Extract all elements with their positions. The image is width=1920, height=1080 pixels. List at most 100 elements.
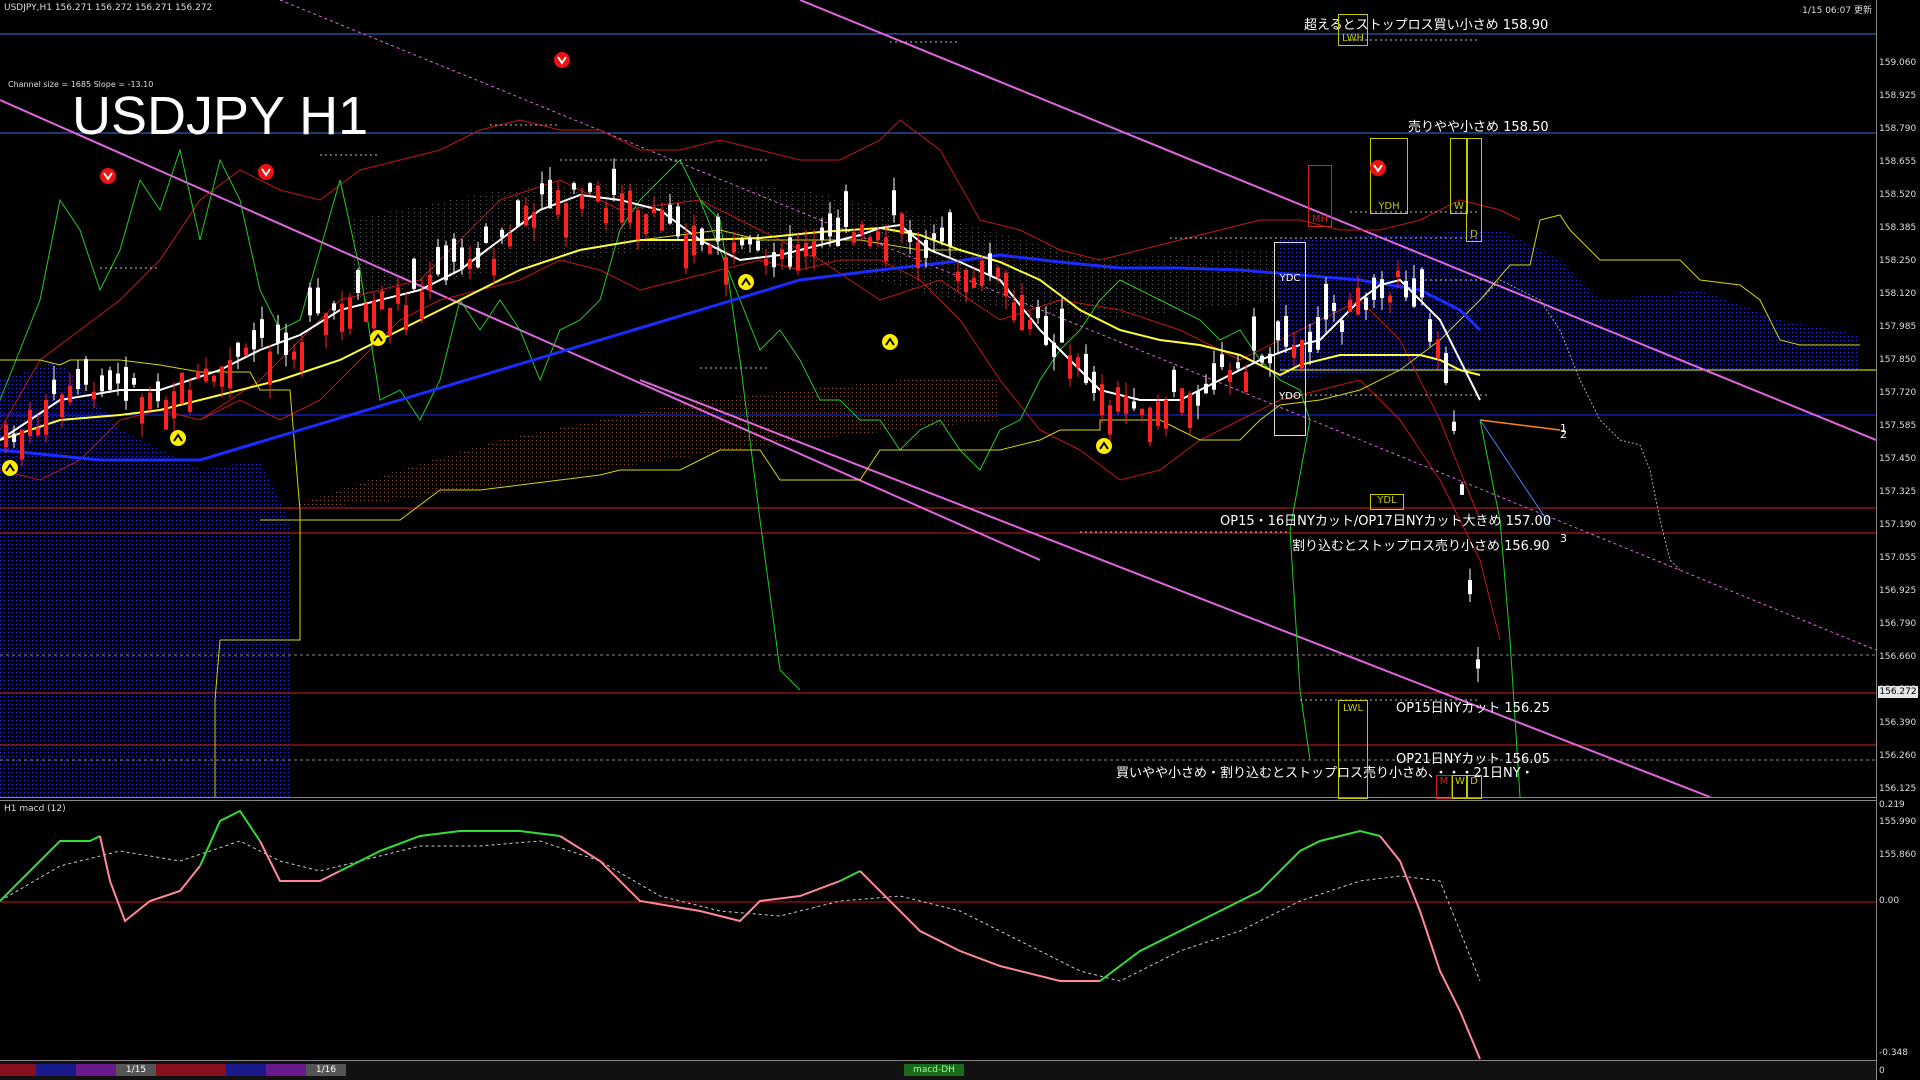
date-label-1-16: 1/16 (306, 1064, 346, 1076)
candle-body (844, 191, 848, 227)
candle-body (1428, 319, 1432, 342)
candle-body (532, 212, 536, 228)
candle-body (964, 270, 968, 293)
candle-body (308, 287, 312, 316)
price-chart-panel[interactable]: USDJPY,H1 156.271 156.272 156.271 156.27… (0, 0, 1876, 799)
candle-body (1460, 484, 1464, 495)
candle-body (1476, 659, 1480, 669)
tag-mh: MH (1308, 165, 1332, 227)
candle-body (580, 195, 584, 209)
macd-panel[interactable]: H1 macd (12) (0, 800, 1876, 1061)
candle-body (980, 260, 984, 286)
price-axis[interactable]: 159.060 158.925 158.790 158.655 158.520 158.3… (1876, 0, 1920, 1080)
candle-body (1116, 387, 1120, 412)
candle-body (188, 389, 192, 413)
candle-body (300, 342, 304, 371)
down-arrow-icon (1368, 158, 1388, 182)
candle-body (380, 291, 384, 310)
ichimoku-cloud (0, 180, 1860, 797)
candle-body (180, 372, 184, 404)
candle-body (1132, 401, 1136, 409)
candle-body (476, 247, 480, 268)
candle-body (356, 269, 360, 294)
candle-body (1076, 357, 1080, 368)
candle-body (700, 228, 704, 245)
candle-body (116, 373, 120, 384)
candle-body (316, 287, 320, 314)
candle-body (36, 427, 40, 436)
macd-axis-top: 0.219 (1879, 800, 1905, 810)
candle-body (324, 313, 328, 336)
candle-body (1124, 395, 1128, 414)
channel-mark-3: 3 (1560, 532, 1567, 545)
candle-body (164, 399, 168, 430)
price-tick: 159.060 (1879, 58, 1917, 68)
candle-body (348, 297, 352, 329)
price-tick: 155.860 (1879, 850, 1917, 860)
tag-lwl: LWL (1338, 700, 1368, 799)
price-tick: 158.655 (1879, 157, 1917, 167)
candle-body (940, 227, 944, 242)
candle-body (220, 366, 224, 387)
candle-body (1100, 384, 1104, 416)
candle-body (492, 258, 496, 276)
indicator-tab[interactable]: macd-DH (904, 1064, 964, 1076)
price-tick: 157.190 (1879, 520, 1917, 530)
level-label-157-00: OP15・16日NYカット/OP17日NYカット大きめ 157.00 (1220, 514, 1552, 529)
candle-body (924, 240, 928, 258)
candle-body (68, 385, 72, 403)
candle-body (564, 203, 568, 238)
candle-body (820, 227, 824, 240)
candle-body (756, 240, 760, 251)
level-label-158-50: 売りやや小さめ 158.50 (1408, 120, 1549, 135)
candle-body (1052, 342, 1056, 357)
candle-body (84, 359, 88, 385)
candle-body (956, 271, 960, 282)
candle-body (556, 190, 560, 215)
candle-body (716, 216, 720, 242)
candle-body (1172, 369, 1176, 393)
current-price-tag: 156.272 (1878, 686, 1918, 698)
chart-title: USDJPY H1 (72, 86, 369, 146)
candle-body (260, 319, 264, 338)
candle-body (620, 193, 624, 223)
candle-body (60, 394, 64, 417)
candle-body (252, 330, 256, 350)
axis-corner-zero: 0 (1879, 1066, 1885, 1076)
candle-body (1188, 393, 1192, 429)
price-tick: 155.990 (1879, 817, 1917, 827)
symbol-quote-header: USDJPY,H1 156.271 156.272 156.271 156.27… (4, 3, 213, 13)
price-tick: 156.790 (1879, 619, 1917, 629)
down-arrow-icon (552, 50, 572, 74)
candle-body (268, 351, 272, 385)
candle-body (244, 347, 248, 356)
candle-body (836, 217, 840, 247)
candle-body (140, 397, 144, 424)
candle-body (1444, 353, 1448, 384)
candle-body (684, 235, 688, 269)
candle-body (588, 183, 592, 192)
candle-body (1060, 308, 1064, 343)
candle-body (388, 308, 392, 336)
candle-body (1380, 279, 1384, 299)
candle-body (1324, 283, 1328, 320)
candle-body (572, 183, 576, 190)
candle-body (652, 207, 656, 214)
price-tick: 157.720 (1879, 388, 1917, 398)
down-arrow-icon (98, 166, 118, 190)
candle-body (452, 238, 456, 262)
candle-body (1340, 320, 1344, 332)
candle-body (12, 433, 16, 443)
candle-body (1404, 280, 1408, 298)
macd-main-line (0, 835, 101, 902)
candle-body (636, 210, 640, 240)
candle-body (372, 300, 376, 329)
down-arrow-icon (256, 162, 276, 186)
macd-signal-line (0, 840, 1481, 982)
level-label-156-25: OP15日NYカット 156.25 (1396, 701, 1550, 716)
candle-body (852, 232, 856, 243)
candle-body (276, 324, 280, 344)
price-tick: 157.985 (1879, 322, 1917, 332)
candle-body (404, 305, 408, 330)
price-tick: 156.925 (1879, 586, 1917, 596)
